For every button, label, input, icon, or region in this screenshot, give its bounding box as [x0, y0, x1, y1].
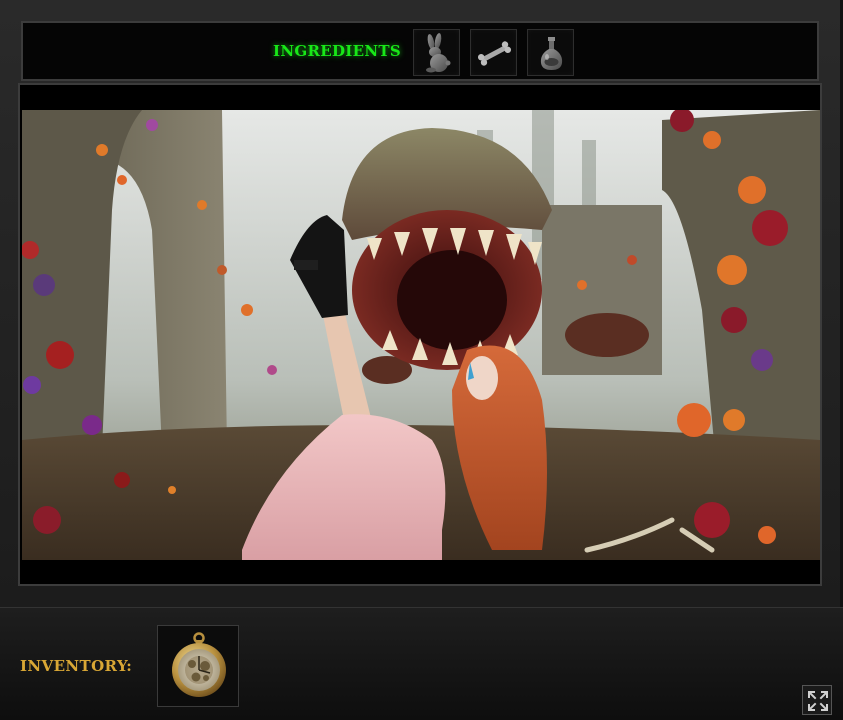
- ingredients-title: INGREDIENTS: [273, 42, 401, 60]
- rabbit-icon: [426, 33, 451, 73]
- pocket-watch-icon: [172, 632, 226, 697]
- bone-icon: [477, 41, 512, 66]
- game-frame: INGREDIENTS: [0, 0, 840, 607]
- ingredients-bar: INGREDIENTS: [21, 21, 819, 81]
- ingredient-slot-rabbit[interactable]: [413, 29, 460, 76]
- ingredient-slot-bone[interactable]: [470, 29, 517, 76]
- inventory-slot-pocket-watch[interactable]: [157, 625, 239, 707]
- scene-illustration: [22, 110, 820, 560]
- inventory-label: INVENTORY:: [20, 657, 133, 675]
- carnivorous-plant-garden-scene[interactable]: [22, 110, 820, 560]
- fullscreen-icon: [808, 691, 828, 711]
- potion-bottle-icon: [540, 37, 563, 70]
- scene-viewport: [18, 83, 822, 586]
- ingredient-slot-potion[interactable]: [527, 29, 574, 76]
- fullscreen-button[interactable]: [802, 685, 832, 715]
- inventory-panel: INVENTORY:: [0, 607, 843, 720]
